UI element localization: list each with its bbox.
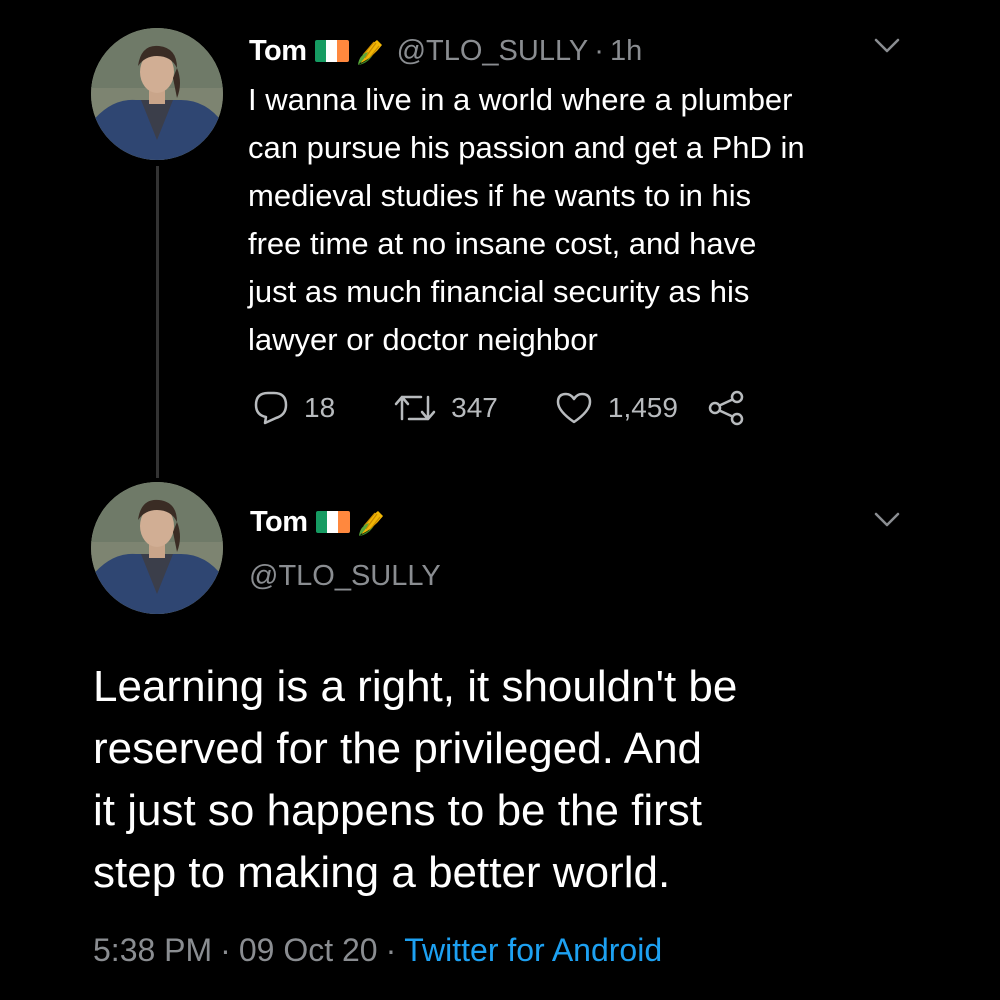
avatar-illustration [91, 482, 223, 614]
reply-button[interactable]: 18 [252, 390, 335, 426]
author-name[interactable]: Tom [249, 35, 307, 68]
corn-icon [355, 35, 387, 67]
tweet-time-ago[interactable]: 1h [610, 35, 642, 68]
separator-dot: · [385, 931, 397, 968]
tweet-time[interactable]: 5:38 PM [93, 932, 212, 969]
chevron-down-icon[interactable] [874, 512, 900, 528]
retweet-count: 347 [451, 392, 498, 423]
separator-dot: · [220, 931, 231, 968]
tweet-source-link[interactable]: Twitter for Android [404, 932, 662, 969]
reply-icon [254, 391, 288, 425]
like-button[interactable]: 1,459 [554, 390, 678, 426]
avatar[interactable] [91, 28, 223, 160]
avatar[interactable] [91, 482, 223, 614]
ireland-flag-icon [314, 40, 349, 62]
avatar-illustration [91, 28, 223, 160]
tweet-metadata: 5:38 PM · 09 Oct 20 · Twitter for Androi… [93, 928, 662, 972]
tweet-header: Tom @TLO_SULLY · 1h [249, 28, 642, 74]
retweet-button[interactable]: 347 [393, 391, 498, 425]
separator-dot: · [594, 34, 604, 67]
author-handle[interactable]: @TLO_SULLY [397, 35, 589, 68]
corn-icon [356, 506, 388, 538]
like-icon [556, 392, 592, 424]
author-name[interactable]: Tom [250, 506, 308, 539]
tweet-text: I wanna live in a world where a plumber … [248, 82, 805, 357]
share-icon [708, 390, 744, 426]
retweet-icon [394, 395, 436, 421]
tweet-date[interactable]: 09 Oct 20 [239, 932, 378, 969]
chevron-down-icon[interactable] [874, 38, 900, 54]
reply-count: 18 [304, 392, 336, 423]
ireland-flag-icon [315, 511, 350, 533]
main-tweet-text: Learning is a right, it shouldn't be res… [93, 662, 738, 897]
main-tweet-header: Tom [250, 500, 388, 544]
tweet-actions: 18 347 1,459 [252, 386, 746, 430]
author-handle[interactable]: @TLO_SULLY [249, 560, 441, 593]
like-count: 1,459 [607, 392, 678, 423]
thread-connector-line [156, 166, 159, 478]
share-button[interactable] [706, 390, 746, 426]
